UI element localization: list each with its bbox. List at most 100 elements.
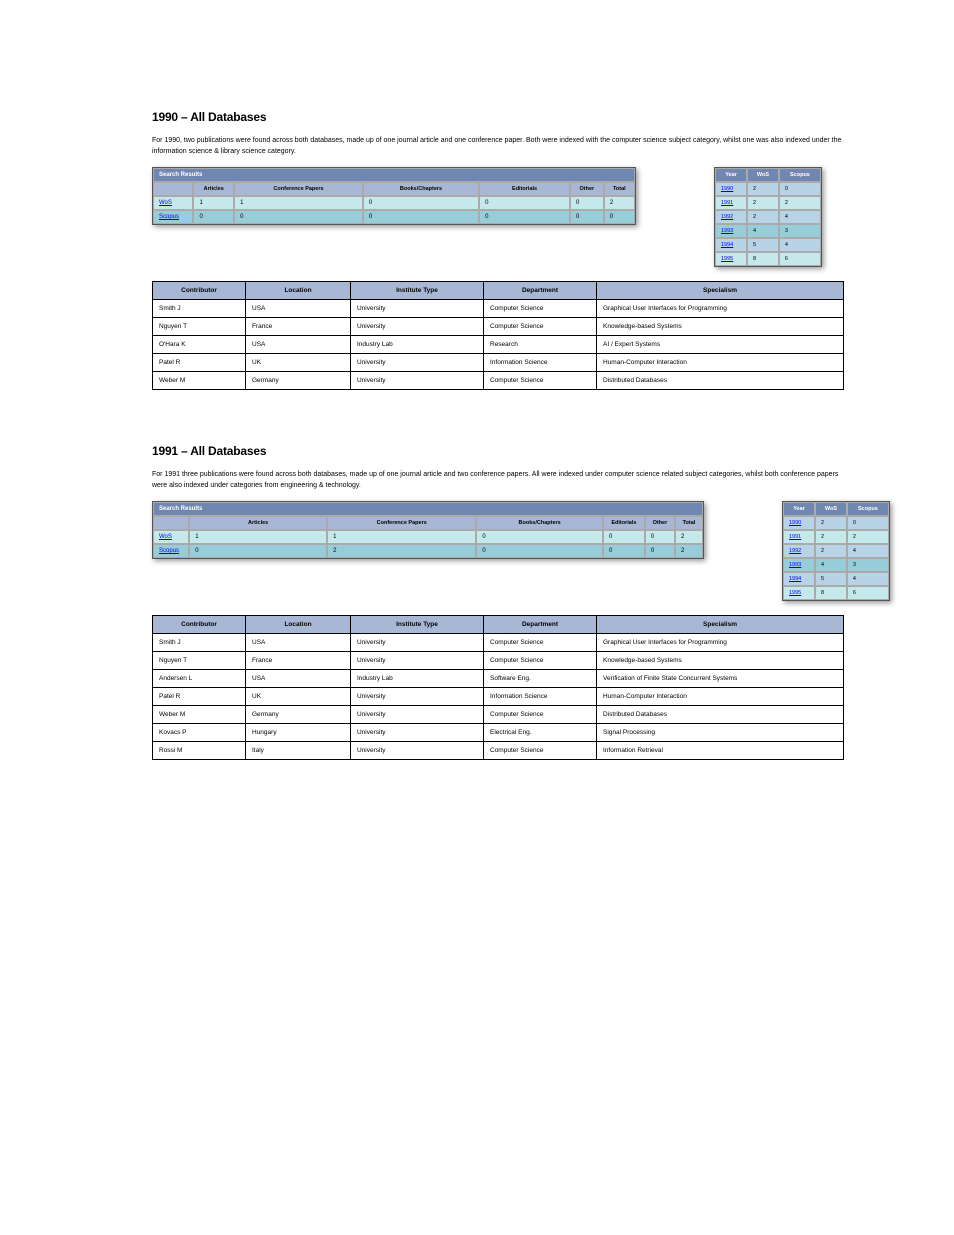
contrib-row: Patel RUKUniversityInformation ScienceHu… (153, 354, 844, 372)
section-blurb: For 1990, two publications were found ac… (152, 136, 844, 157)
results-cell-books: 0 (363, 196, 479, 210)
contrib-cell: Knowledge-based Systems (597, 318, 844, 336)
col-editorials: Editorials (603, 516, 645, 530)
contrib-row: Weber MGermanyUniversityComputer Science… (153, 706, 844, 724)
side-row: 199343 (783, 558, 889, 572)
results-cell-total: 2 (675, 530, 703, 544)
side-year[interactable]: 1992 (715, 210, 747, 224)
db-link[interactable]: WoS (159, 200, 172, 206)
side-wos: 4 (747, 224, 779, 238)
side-year[interactable]: 1990 (783, 516, 815, 530)
contrib-cell: University (351, 742, 484, 760)
section-blurb: For 1991 three publications were found a… (152, 470, 844, 491)
contrib-cell: Computer Science (484, 300, 597, 318)
comparison-table: Year WoS Scopus 199020199122199224199343… (714, 167, 822, 267)
contrib-cell: France (246, 652, 351, 670)
col-books: Books/Chapters (363, 182, 479, 196)
side-scopus: 6 (847, 586, 889, 600)
side-scopus: 0 (847, 516, 889, 530)
results-cell-other: 0 (645, 544, 675, 558)
side-col-scopus: Scopus (779, 168, 821, 182)
results-cell-conf: 0 (234, 210, 363, 224)
results-table: Search Results Articles Conference Paper… (152, 167, 636, 225)
col-other: Other (645, 516, 675, 530)
results-header-row: Articles Conference Papers Books/Chapter… (153, 516, 703, 530)
contrib-col-0: Contributor (153, 616, 246, 634)
side-scopus: 4 (847, 572, 889, 586)
contrib-cell: Patel R (153, 354, 246, 372)
side-year[interactable]: 1992 (783, 544, 815, 558)
results-cell-db: Scopus (153, 210, 193, 224)
side-year[interactable]: 1991 (783, 530, 815, 544)
side-year[interactable]: 1995 (715, 252, 747, 266)
col-editorials: Editorials (479, 182, 570, 196)
contrib-cell: Computer Science (484, 706, 597, 724)
contrib-col-3: Department (484, 282, 597, 300)
contrib-cell: Rossi M (153, 742, 246, 760)
contrib-row: Andersen LUSAIndustry LabSoftware Eng.Ve… (153, 670, 844, 688)
contrib-row: O'Hara KUSAIndustry LabResearchAI / Expe… (153, 336, 844, 354)
side-year[interactable]: 1990 (715, 182, 747, 196)
contrib-cell: University (351, 300, 484, 318)
results-header-row: Articles Conference Papers Books/Chapter… (153, 182, 635, 196)
contrib-col-4: Specialism (597, 282, 844, 300)
results-cell-editorials: 0 (603, 530, 645, 544)
side-year[interactable]: 1995 (783, 586, 815, 600)
contrib-cell: Human-Computer Interaction (597, 354, 844, 372)
contrib-col-1: Location (246, 616, 351, 634)
side-wos: 2 (747, 210, 779, 224)
contrib-cell: Nguyen T (153, 318, 246, 336)
side-year[interactable]: 1994 (715, 238, 747, 252)
contrib-cell: Verification of Finite State Concurrent … (597, 670, 844, 688)
contrib-cell: France (246, 318, 351, 336)
side-year[interactable]: 1994 (783, 572, 815, 586)
results-band: Search Results (153, 502, 703, 516)
contrib-cell: Hungary (246, 724, 351, 742)
section-title: 1990 – All Databases (152, 110, 844, 124)
results-row: WoS110002 (153, 530, 703, 544)
side-body: 199020199122199224199343199454199586 (783, 516, 889, 600)
contrib-cell: Research (484, 336, 597, 354)
contrib-cell: USA (246, 634, 351, 652)
col-conf: Conference Papers (327, 516, 476, 530)
results-cell-conf: 2 (327, 544, 476, 558)
contrib-body: Smith JUSAUniversityComputer ScienceGrap… (153, 634, 844, 760)
side-year[interactable]: 1993 (715, 224, 747, 238)
contrib-row: Nguyen TFranceUniversityComputer Science… (153, 652, 844, 670)
section-title: 1991 – All Databases (152, 444, 844, 458)
side-year[interactable]: 1991 (715, 196, 747, 210)
side-scopus: 3 (779, 224, 821, 238)
results-cell-books: 0 (476, 544, 603, 558)
contrib-cell: Distributed Databases (597, 372, 844, 390)
contrib-cell: UK (246, 688, 351, 706)
results-cell-articles: 1 (193, 196, 234, 210)
contrib-cell: Industry Lab (351, 670, 484, 688)
contrib-cell: Signal Processing (597, 724, 844, 742)
contrib-cell: University (351, 706, 484, 724)
contrib-cell: Software Eng. (484, 670, 597, 688)
results-body: WoS110002Scopus020002 (153, 530, 703, 558)
side-year[interactable]: 1993 (783, 558, 815, 572)
side-scopus: 4 (847, 544, 889, 558)
results-cell-db: Scopus (153, 544, 189, 558)
results-cell-total: 2 (675, 544, 703, 558)
results-band: Search Results (153, 168, 635, 182)
contrib-cell: University (351, 354, 484, 372)
db-link[interactable]: Scopus (159, 548, 179, 554)
results-row: Scopus000000 (153, 210, 635, 224)
side-row: 199020 (783, 516, 889, 530)
side-row: 199343 (715, 224, 821, 238)
db-link[interactable]: WoS (159, 534, 172, 540)
contrib-row: Nguyen TFranceUniversityComputer Science… (153, 318, 844, 336)
side-wos: 5 (747, 238, 779, 252)
side-col-wos: WoS (815, 502, 847, 516)
side-col-year: Year (715, 168, 747, 182)
col-db (153, 516, 189, 530)
side-row: 199122 (783, 530, 889, 544)
db-link[interactable]: Scopus (159, 214, 179, 220)
side-wos: 4 (815, 558, 847, 572)
side-scopus: 0 (779, 182, 821, 196)
contrib-col-2: Institute Type (351, 282, 484, 300)
contrib-cell: Information Retrieval (597, 742, 844, 760)
side-scopus: 6 (779, 252, 821, 266)
